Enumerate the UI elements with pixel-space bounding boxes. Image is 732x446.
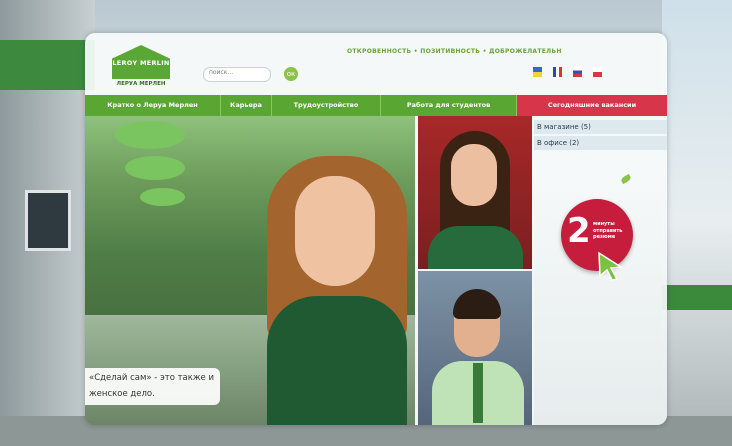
slogan: ОТКРОВЕННОСТЬ • ПОЗИТИВНОСТЬ • ДОБРОЖЕЛА…: [347, 48, 562, 55]
background-right-wall: [662, 0, 732, 446]
woman-employee: [267, 156, 407, 425]
flag-pl-icon[interactable]: [593, 67, 602, 77]
nav-item-vacancies[interactable]: Сегодняшние вакансии: [517, 95, 667, 116]
caption-line: «Сделай сам» - это также и: [89, 373, 215, 383]
store-lamp: [140, 188, 185, 206]
flag-fr-icon[interactable]: [553, 67, 562, 77]
nav-item-about[interactable]: Кратко о Леруа Мерлен: [85, 95, 221, 116]
flag-ru-icon[interactable]: [573, 67, 582, 77]
site-panel: LEROY MERLIN ЛЕРУА МЕРЛЕН ОТКРОВЕННОСТЬ …: [85, 33, 667, 425]
employee-photo-man: [418, 271, 532, 425]
background-green-band: [662, 285, 732, 310]
search-placeholder: поиск...: [209, 69, 234, 76]
store-lamp: [125, 156, 185, 180]
background-left-wall: [0, 0, 95, 446]
badge-text: минуты отправить резюме: [593, 221, 623, 240]
search-button[interactable]: ок: [284, 67, 298, 81]
vacancy-list: В магазине (5) В офисе (2): [534, 120, 667, 152]
nav-item-employment[interactable]: Трудоустройство: [272, 95, 381, 116]
vacancy-link-office[interactable]: В офисе (2): [534, 136, 667, 152]
language-selector: [533, 67, 602, 77]
main-photo: «Сделай сам» - это также и женское дело.: [85, 116, 415, 425]
flag-ua-icon[interactable]: [533, 67, 542, 77]
logo[interactable]: LEROY MERLIN ЛЕРУА МЕРЛЕН: [112, 45, 170, 91]
badge-number: 2: [567, 211, 591, 251]
photo-caption: «Сделай сам» - это также и женское дело.: [85, 368, 221, 405]
background-green-stripe: [0, 40, 95, 90]
background-window: [25, 190, 71, 251]
vacancy-link-store[interactable]: В магазине (5): [534, 120, 667, 136]
logo-subtitle: ЛЕРУА МЕРЛЕН: [116, 81, 166, 87]
main-nav: Кратко о Леруа Мерлен Карьера Трудоустро…: [85, 95, 667, 116]
cursor-arrow-icon: [598, 251, 623, 281]
store-lamp: [115, 121, 185, 149]
search-input[interactable]: поиск...: [203, 67, 271, 82]
nav-item-students[interactable]: Работа для студентов: [381, 95, 517, 116]
logo-brand-text: LEROY MERLIN: [112, 59, 170, 67]
employee-photo-woman: [418, 116, 532, 269]
caption-line: женское дело.: [89, 389, 155, 399]
nav-item-career[interactable]: Карьера: [221, 95, 272, 116]
